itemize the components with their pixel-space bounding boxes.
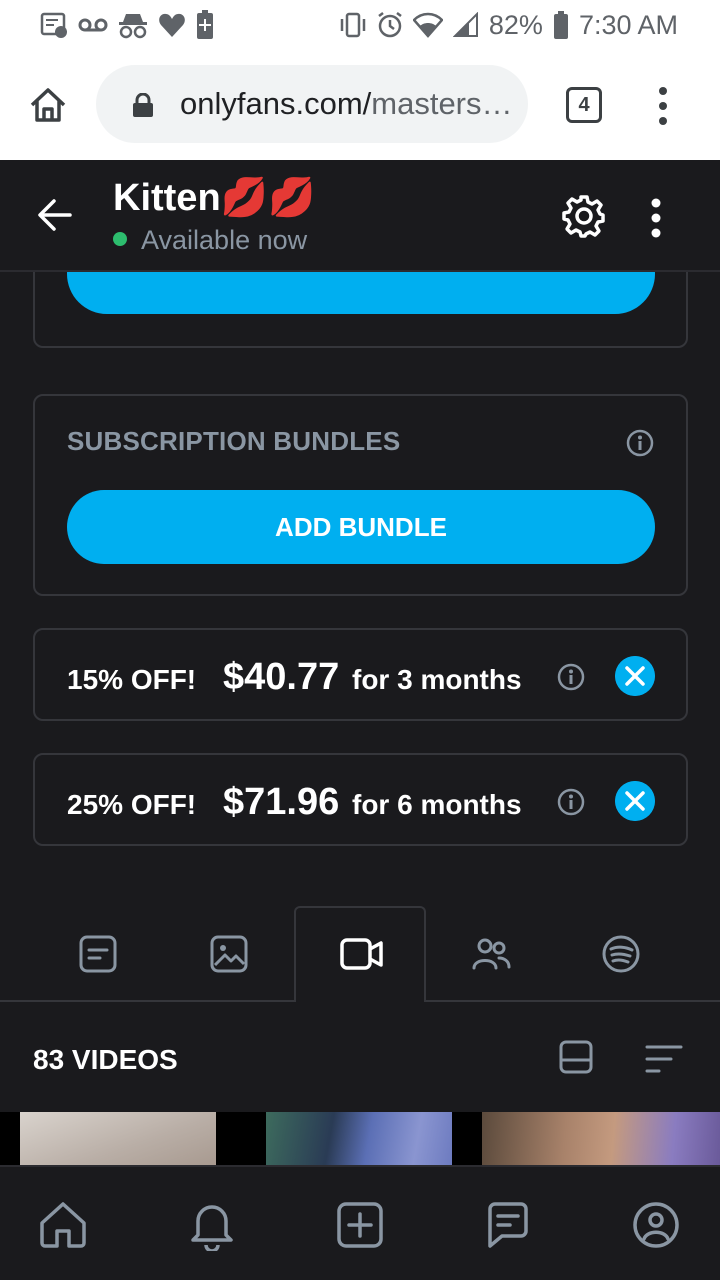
lock-icon [133,93,153,117]
subscription-bundles-card: SUBSCRIPTION BUNDLES ADD BUNDLE [33,394,688,596]
online-status-dot [113,232,127,246]
bundle-item: 15% OFF! $40.77 for 3 months [33,628,688,721]
sort-icon[interactable] [645,1044,683,1074]
url-domain: onlyfans.com/ [180,86,372,121]
profile-avatar-icon[interactable] [630,1199,682,1251]
grid-view-icon[interactable] [559,1040,593,1074]
info-icon[interactable] [626,429,654,457]
battery-percent: 82% [488,10,543,40]
video-thumbnail[interactable] [482,1112,720,1165]
url-text: onlyfans.com/masters… [180,85,510,123]
video-thumbnails [0,1112,720,1165]
back-arrow-icon[interactable] [36,196,74,234]
notifications-bell-icon[interactable] [186,1199,238,1251]
more-options-icon[interactable] [650,198,662,238]
bundles-title: SUBSCRIPTION BUNDLES [67,426,401,456]
video-thumbnail[interactable] [266,1112,452,1165]
browser-toolbar: onlyfans.com/masters… 4 [0,52,720,160]
status-bar: 82% 7:30 AM [0,0,720,52]
voicemail-icon [78,18,108,32]
browser-menu-icon[interactable] [656,86,670,126]
signal-icon [452,12,478,37]
incognito-icon [119,14,147,39]
copy-link-button[interactable]: COPY LINK TO PROFILE [67,272,655,314]
wifi-icon [412,12,443,38]
add-bundle-button[interactable]: ADD BUNDLE [67,490,655,564]
battery-saver-icon [197,10,213,39]
info-icon[interactable] [557,788,585,816]
bundle-discount: 25% OFF! [67,789,197,820]
add-post-icon[interactable] [334,1199,386,1251]
videos-count: 83 VIDEOS [33,1044,178,1075]
tab-photos[interactable] [209,934,249,974]
availability-status: Available now [141,225,308,255]
video-thumbnail[interactable] [20,1112,216,1165]
tab-switcher-button[interactable]: 4 [566,87,602,123]
bundle-discount: 15% OFF! [67,664,197,695]
messages-icon[interactable] [482,1199,534,1251]
bundle-price: $71.96 [223,781,340,823]
home-nav-icon[interactable] [37,1199,89,1251]
tab-videos[interactable] [340,934,384,974]
bundle-duration: for 3 months [352,664,522,695]
remove-bundle-icon[interactable] [615,781,655,821]
url-path: masters… [371,86,510,121]
profile-link-card: COPY LINK TO PROFILE [33,272,688,348]
home-icon[interactable] [28,85,68,125]
bundle-item: 25% OFF! $71.96 for 6 months [33,753,688,846]
gear-icon[interactable] [562,194,606,238]
tab-fans[interactable] [471,934,511,974]
tab-posts[interactable] [78,934,118,974]
bundle-price: $40.77 [223,656,340,698]
profile-header: Kitten💋💋 Available now [0,160,720,272]
content-tabs [0,906,720,1002]
vibrate-icon [340,12,366,38]
info-icon[interactable] [557,663,585,691]
clock: 7:30 AM [578,10,678,40]
profile-content: COPY LINK TO PROFILE SUBSCRIPTION BUNDLE… [0,272,720,1165]
remove-bundle-icon[interactable] [615,656,655,696]
tab-spotify[interactable] [601,934,641,974]
heart-icon [159,13,185,38]
battery-icon [553,11,568,39]
alarm-icon [378,12,402,38]
notification-icon [40,12,67,38]
bottom-navigation [0,1165,720,1280]
bundle-duration: for 6 months [352,789,522,820]
profile-name: Kitten💋💋 [113,177,316,219]
address-bar[interactable]: onlyfans.com/masters… [96,65,528,143]
